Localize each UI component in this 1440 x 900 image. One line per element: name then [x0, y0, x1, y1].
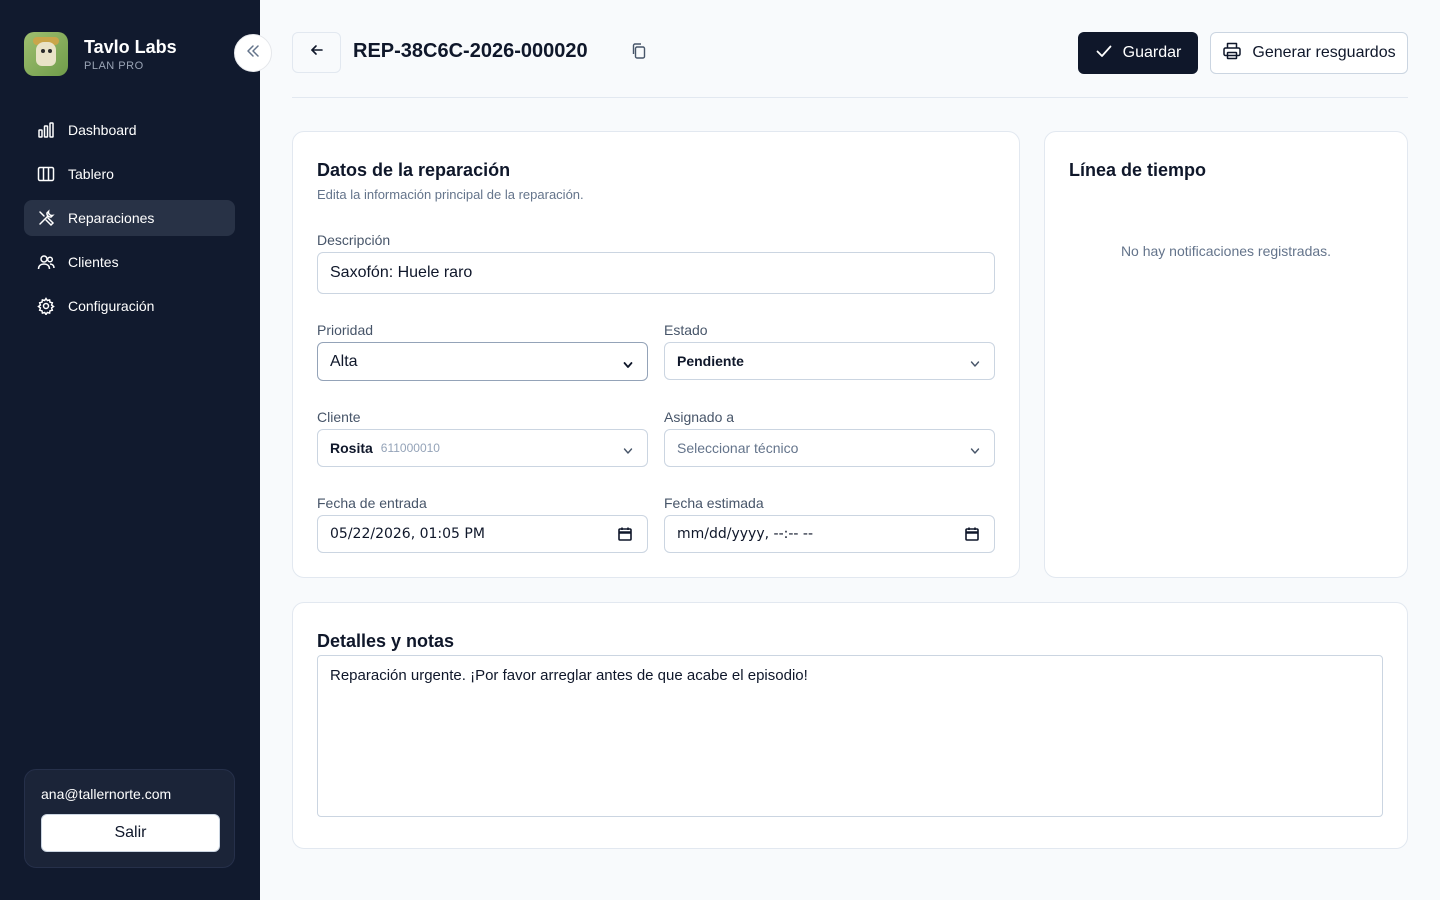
- client-name: Rosita: [330, 440, 373, 456]
- chevron-down-icon: [970, 443, 980, 460]
- printer-icon: [1222, 41, 1252, 66]
- notes-textarea[interactable]: Reparación urgente. ¡Por favor arreglar …: [317, 655, 1383, 817]
- generate-receipts-button[interactable]: Generar resguardos: [1210, 32, 1408, 74]
- description-value: Saxofón: Huele raro: [330, 264, 473, 281]
- sidebar-item-tablero[interactable]: Tablero: [24, 156, 235, 192]
- chevron-down-icon: [623, 443, 633, 460]
- entry-date-label: Fecha de entrada: [317, 495, 427, 511]
- sidebar-item-clientes[interactable]: Clientes: [24, 244, 235, 280]
- client-phone: 611000010: [380, 441, 440, 455]
- notes-title: Detalles y notas: [317, 631, 455, 651]
- technician-select[interactable]: Seleccionar técnico: [664, 429, 995, 467]
- priority-value: Alta: [330, 352, 358, 370]
- sidebar-item-reparaciones[interactable]: Reparaciones: [24, 200, 235, 236]
- calendar-icon[interactable]: [964, 526, 980, 546]
- plan-badge: PLAN PRO: [84, 60, 144, 72]
- card-subtitle: Edita la información principal de la rep…: [317, 187, 584, 202]
- sidebar-item-configuracion[interactable]: Configuración: [24, 288, 235, 324]
- repair-data-card: Datos de la reparación Edita la informac…: [292, 131, 1020, 578]
- tools-icon: [37, 209, 55, 227]
- sidebar-nav: Dashboard Tablero Reparaciones Clientes …: [24, 112, 235, 332]
- page-header: REP-38C6C-2026-000020 Guardar Generar re…: [292, 32, 1408, 98]
- estimated-date-label: Fecha estimada: [664, 495, 764, 511]
- card-title: Datos de la reparación: [317, 160, 511, 180]
- gear-icon: [37, 297, 55, 315]
- chart-bar-icon: [37, 121, 55, 139]
- sidebar-item-label: Reparaciones: [68, 210, 155, 226]
- description-label: Descripción: [317, 232, 391, 248]
- estimated-date-placeholder: mm/dd/yyyy, --:-- --: [677, 526, 814, 542]
- timeline-empty-message: No hay notificaciones registradas.: [1120, 243, 1332, 259]
- collapse-sidebar-button[interactable]: [234, 34, 272, 72]
- page-title: REP-38C6C-2026-000020: [353, 40, 588, 62]
- technician-placeholder: Seleccionar técnico: [677, 440, 799, 456]
- entry-date-input[interactable]: 05/22/2026, 01:05 PM: [317, 515, 648, 553]
- description-input[interactable]: Saxofón: Huele raro: [317, 252, 995, 294]
- brand-name: Tavlo Labs: [84, 37, 177, 57]
- status-select[interactable]: Pendiente: [664, 342, 995, 380]
- calendar-icon[interactable]: [617, 526, 633, 546]
- client-select[interactable]: Rosita 611000010: [317, 429, 648, 467]
- estimated-date-input[interactable]: mm/dd/yyyy, --:-- --: [664, 515, 995, 553]
- chevron-down-icon: [970, 356, 980, 372]
- sidebar-item-label: Configuración: [68, 298, 155, 314]
- brand[interactable]: Tavlo Labs PLAN PRO: [24, 32, 177, 76]
- generate-receipts-label: Generar resguardos: [1252, 44, 1396, 61]
- save-button-label: Guardar: [1122, 44, 1182, 61]
- columns-icon: [37, 165, 55, 183]
- user-email: ana@tallernorte.com: [41, 786, 172, 802]
- sidebar: Tavlo Labs PLAN PRO Dashboard Tablero Re…: [0, 0, 260, 900]
- assigned-label: Asignado a: [664, 409, 735, 425]
- chevron-down-icon: [623, 357, 633, 375]
- timeline-card: Línea de tiempo No hay notificaciones re…: [1044, 131, 1408, 578]
- notes-card: Detalles y notas Reparación urgente. ¡Po…: [292, 602, 1408, 849]
- copy-icon[interactable]: [630, 42, 648, 60]
- entry-date-value: 05/22/2026, 01:05 PM: [330, 526, 485, 542]
- priority-select[interactable]: Alta: [317, 342, 648, 381]
- user-box: ana@tallernorte.com Salir: [24, 769, 235, 868]
- brand-logo: [24, 32, 68, 76]
- arrow-left-icon: [309, 42, 325, 63]
- timeline-title: Línea de tiempo: [1069, 160, 1207, 180]
- chevrons-left-icon: [245, 43, 261, 64]
- sidebar-item-label: Clientes: [68, 254, 119, 270]
- status-value: Pendiente: [677, 353, 744, 369]
- sidebar-item-dashboard[interactable]: Dashboard: [24, 112, 235, 148]
- users-icon: [37, 253, 55, 271]
- status-label: Estado: [664, 322, 708, 338]
- save-button[interactable]: Guardar: [1078, 32, 1198, 74]
- priority-label: Prioridad: [317, 322, 374, 338]
- logout-button[interactable]: Salir: [41, 814, 220, 852]
- check-icon: [1095, 42, 1123, 65]
- sidebar-item-label: Dashboard: [68, 122, 137, 138]
- back-button[interactable]: [292, 32, 341, 73]
- client-label: Cliente: [317, 409, 361, 425]
- sidebar-item-label: Tablero: [68, 166, 114, 182]
